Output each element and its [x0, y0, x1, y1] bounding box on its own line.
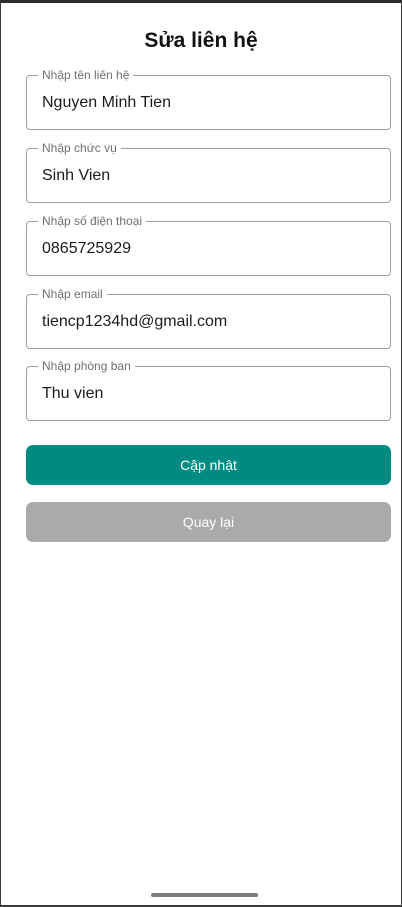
phone-field[interactable]: Nhập số điện thoại: [26, 214, 391, 276]
phone-input[interactable]: [42, 222, 377, 275]
email-field[interactable]: Nhập email: [26, 287, 391, 349]
email-input[interactable]: [42, 295, 377, 348]
app-screen: Sửa liên hệ Nhập tên liên hệ Nhập chức v…: [0, 0, 402, 907]
department-input[interactable]: [42, 367, 377, 420]
contact-name-field[interactable]: Nhập tên liên hệ: [26, 68, 391, 130]
back-button[interactable]: Quay lại: [26, 502, 391, 542]
contact-name-input[interactable]: [42, 76, 377, 129]
home-indicator[interactable]: [151, 893, 258, 897]
update-button[interactable]: Cập nhật: [26, 445, 391, 485]
position-field[interactable]: Nhập chức vụ: [26, 141, 391, 203]
department-field[interactable]: Nhập phòng ban: [26, 359, 391, 421]
page-title: Sửa liên hệ: [144, 29, 258, 52]
position-input[interactable]: [42, 149, 377, 202]
